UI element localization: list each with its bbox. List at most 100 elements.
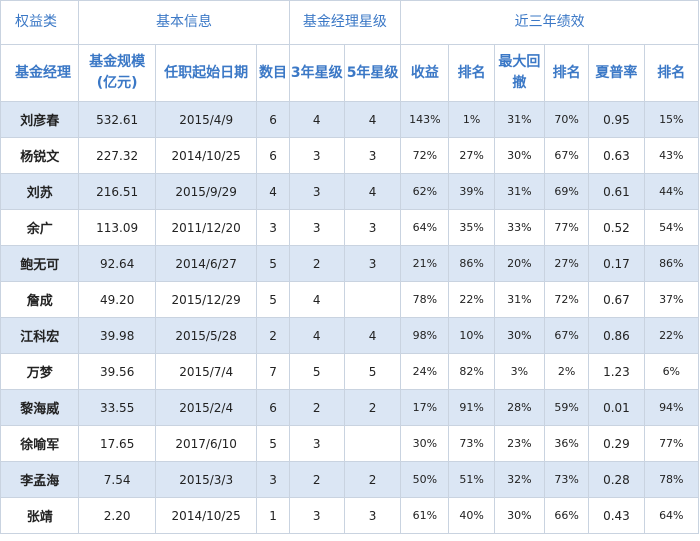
cell-manager-name: 詹成 xyxy=(0,281,80,318)
group-manager-stars: 基金经理星级 xyxy=(288,0,402,45)
cell-drawdown-rank: 2% xyxy=(544,353,590,390)
cell-3yr-stars: 2 xyxy=(288,461,345,498)
cell-3yr-stars: 2 xyxy=(288,245,345,282)
cell-3yr-stars: 3 xyxy=(288,425,345,462)
col-header-sharpe: 夏普率 xyxy=(588,44,645,102)
group-3yr-performance: 近三年绩效 xyxy=(400,0,699,45)
column-header-row: 基金经理 基金规模(亿元) 任职起始日期 数目 3年星级 5年星级 收益 排名 … xyxy=(0,44,700,102)
cell-return: 61% xyxy=(400,497,450,534)
cell-5yr-stars: 2 xyxy=(343,389,402,426)
cell-5yr-stars: 4 xyxy=(343,101,402,138)
table-row: 刘苏 216.51 2015/9/29 4 3 4 62% 39% 31% 69% 0.61 44% xyxy=(0,173,700,210)
cell-return: 78% xyxy=(400,281,450,318)
cell-start-date: 2014/6/27 xyxy=(154,245,258,282)
cell-sharpe-rank: 37% xyxy=(643,281,700,318)
col-header-drawdown-rank: 排名 xyxy=(544,44,590,102)
cell-count: 6 xyxy=(256,389,290,426)
cell-fund-size: 113.09 xyxy=(78,209,156,246)
cell-fund-size: 49.20 xyxy=(78,281,156,318)
cell-sharpe: 0.95 xyxy=(588,101,645,138)
group-basic-info: 基本信息 xyxy=(78,0,290,45)
cell-count: 7 xyxy=(256,353,290,390)
cell-manager-name: 徐喻军 xyxy=(0,425,80,462)
cell-start-date: 2015/12/29 xyxy=(154,281,258,318)
cell-fund-size: 227.32 xyxy=(78,137,156,174)
cell-max-drawdown: 31% xyxy=(493,173,546,210)
cell-max-drawdown: 31% xyxy=(493,281,546,318)
cell-return-rank: 35% xyxy=(448,209,495,246)
cell-sharpe-rank: 78% xyxy=(643,461,700,498)
cell-return: 62% xyxy=(400,173,450,210)
cell-sharpe-rank: 64% xyxy=(643,497,700,534)
cell-return: 143% xyxy=(400,101,450,138)
cell-sharpe: 0.61 xyxy=(588,173,645,210)
table-row: 万梦 39.56 2015/7/4 7 5 5 24% 82% 3% 2% 1.23 6% xyxy=(0,353,700,390)
cell-5yr-stars: 3 xyxy=(343,497,402,534)
cell-sharpe-rank: 86% xyxy=(643,245,700,282)
cell-manager-name: 余广 xyxy=(0,209,80,246)
cell-3yr-stars: 4 xyxy=(288,101,345,138)
table-row: 余广 113.09 2011/12/20 3 3 3 64% 35% 33% 77% 0.52 54% xyxy=(0,209,700,246)
cell-5yr-stars: 4 xyxy=(343,173,402,210)
table-row: 张靖 2.20 2014/10/25 1 3 3 61% 40% 30% 66% 0.43 64% xyxy=(0,497,700,534)
cell-5yr-stars: 3 xyxy=(343,137,402,174)
cell-return-rank: 82% xyxy=(448,353,495,390)
col-header-return: 收益 xyxy=(400,44,450,102)
cell-return-rank: 1% xyxy=(448,101,495,138)
cell-fund-size: 39.98 xyxy=(78,317,156,354)
cell-return-rank: 91% xyxy=(448,389,495,426)
cell-return: 17% xyxy=(400,389,450,426)
table-body: 刘彦春 532.61 2015/4/9 6 4 4 143% 1% 31% 70% 0.95 15% 杨… xyxy=(0,101,700,534)
cell-5yr-stars: 2 xyxy=(343,461,402,498)
cell-fund-size: 17.65 xyxy=(78,425,156,462)
cell-sharpe-rank: 43% xyxy=(643,137,700,174)
cell-3yr-stars: 3 xyxy=(288,497,345,534)
cell-manager-name: 黎海威 xyxy=(0,389,80,426)
cell-5yr-stars xyxy=(343,425,402,462)
table-row: 鲍无可 92.64 2014/6/27 5 2 3 21% 86% 20% 27% 0.17 86% xyxy=(0,245,700,282)
cell-count: 4 xyxy=(256,173,290,210)
cell-max-drawdown: 30% xyxy=(493,497,546,534)
cell-fund-size: 92.64 xyxy=(78,245,156,282)
cell-sharpe-rank: 15% xyxy=(643,101,700,138)
col-header-3yr-stars: 3年星级 xyxy=(288,44,345,102)
cell-sharpe-rank: 44% xyxy=(643,173,700,210)
cell-manager-name: 李孟海 xyxy=(0,461,80,498)
cell-sharpe-rank: 94% xyxy=(643,389,700,426)
cell-return: 21% xyxy=(400,245,450,282)
cell-fund-size: 2.20 xyxy=(78,497,156,534)
cell-fund-size: 216.51 xyxy=(78,173,156,210)
cell-drawdown-rank: 59% xyxy=(544,389,590,426)
cell-count: 5 xyxy=(256,281,290,318)
cell-start-date: 2015/4/9 xyxy=(154,101,258,138)
cell-sharpe-rank: 22% xyxy=(643,317,700,354)
cell-start-date: 2014/10/25 xyxy=(154,497,258,534)
cell-return-rank: 39% xyxy=(448,173,495,210)
cell-return-rank: 27% xyxy=(448,137,495,174)
cell-return: 24% xyxy=(400,353,450,390)
cell-sharpe: 0.29 xyxy=(588,425,645,462)
cell-return-rank: 22% xyxy=(448,281,495,318)
cell-manager-name: 万梦 xyxy=(0,353,80,390)
table-row: 刘彦春 532.61 2015/4/9 6 4 4 143% 1% 31% 70% 0.95 15% xyxy=(0,101,700,138)
cell-return-rank: 10% xyxy=(448,317,495,354)
cell-return-rank: 73% xyxy=(448,425,495,462)
cell-start-date: 2015/9/29 xyxy=(154,173,258,210)
group-equity: 权益类 xyxy=(0,0,80,45)
cell-drawdown-rank: 73% xyxy=(544,461,590,498)
cell-return-rank: 40% xyxy=(448,497,495,534)
cell-return-rank: 86% xyxy=(448,245,495,282)
table-row: 江科宏 39.98 2015/5/28 2 4 4 98% 10% 30% 67% 0.86 22% xyxy=(0,317,700,354)
table-row: 李孟海 7.54 2015/3/3 3 2 2 50% 51% 32% 73% 0.28 78% xyxy=(0,461,700,498)
cell-fund-size: 7.54 xyxy=(78,461,156,498)
col-header-5yr-stars: 5年星级 xyxy=(343,44,402,102)
cell-5yr-stars xyxy=(343,281,402,318)
cell-manager-name: 刘彦春 xyxy=(0,101,80,138)
cell-return: 72% xyxy=(400,137,450,174)
cell-start-date: 2014/10/25 xyxy=(154,137,258,174)
cell-max-drawdown: 30% xyxy=(493,317,546,354)
cell-drawdown-rank: 27% xyxy=(544,245,590,282)
cell-drawdown-rank: 77% xyxy=(544,209,590,246)
col-header-max-drawdown: 最大回撤 xyxy=(493,44,546,102)
cell-max-drawdown: 28% xyxy=(493,389,546,426)
